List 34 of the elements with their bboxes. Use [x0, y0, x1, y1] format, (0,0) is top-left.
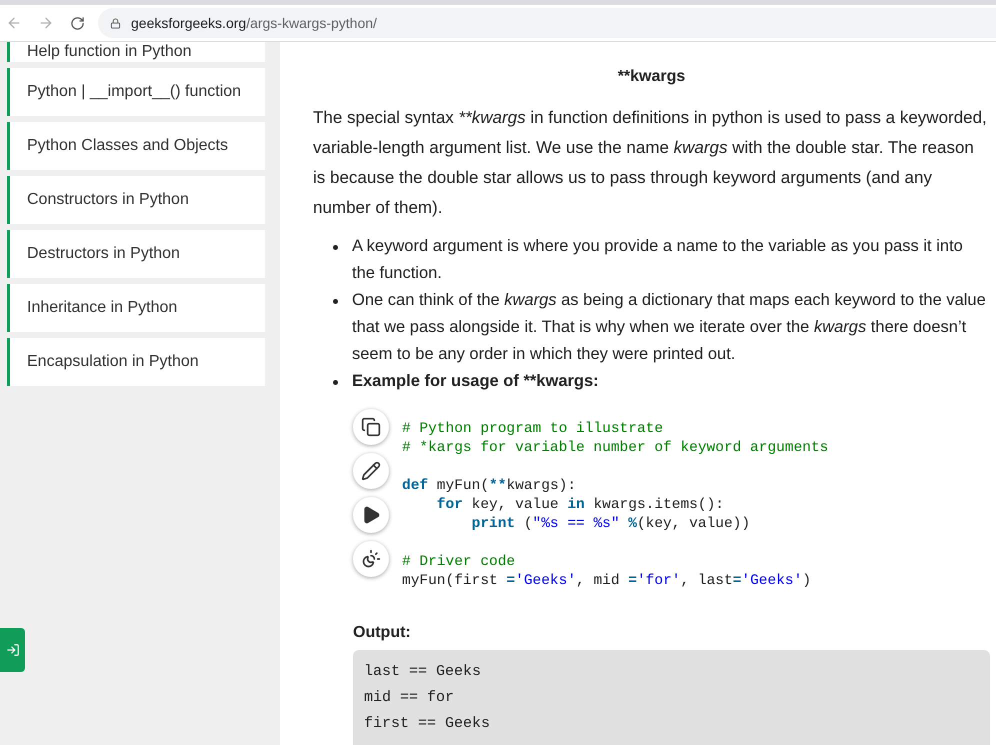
- theme-button[interactable]: [353, 541, 389, 577]
- sidebar-link[interactable]: Inheritance in Python: [7, 284, 265, 332]
- url-path: /args-kwargs-python/: [246, 14, 377, 33]
- lock-icon: [110, 18, 121, 28]
- run-button[interactable]: [353, 497, 389, 533]
- bullet-icon: [333, 245, 338, 250]
- brightness-icon: [361, 549, 381, 569]
- output-line: first == Geeks: [364, 714, 492, 734]
- bullet-icon: [333, 380, 338, 385]
- edit-button[interactable]: [353, 453, 389, 489]
- bullet-text: A keyword argument is where you provide a name to the variable as you pass it into the function.: [352, 236, 964, 284]
- sidebar-link[interactable]: Constructors in Python: [7, 176, 265, 224]
- address-bar[interactable]: geeksforgeeks.org/args-kwargs-python/: [98, 8, 996, 38]
- pencil-icon: [361, 461, 381, 481]
- sidebar-link[interactable]: Python | __import__() function: [7, 68, 265, 116]
- output-label: Output:: [353, 623, 412, 643]
- login-icon: [6, 643, 20, 657]
- login-button[interactable]: [0, 628, 25, 672]
- url-host: geeksforgeeks.org: [131, 14, 246, 33]
- sidebar-link[interactable]: Encapsulation in Python: [7, 338, 265, 386]
- copy-icon: [361, 417, 381, 437]
- bullet-text: Example for usage of **kwargs:: [352, 371, 599, 392]
- bullet-text: One can think of the kwargs as being a dictionary that maps each keyword to the value that we pass alongside it. That is why when we iterate over the kwargs there doesn’t seem to be any order in which they were printed out.: [352, 290, 987, 365]
- output-line: mid == for: [364, 688, 456, 708]
- bullet-icon: [333, 299, 338, 304]
- sidebar-link[interactable]: Python Classes and Objects: [7, 122, 265, 170]
- sidebar-link[interactable]: Destructors in Python: [7, 230, 265, 278]
- section-heading: **kwargs: [616, 67, 686, 87]
- sidebar-link[interactable]: Help function in Python: [7, 42, 265, 62]
- code-text: # Python program to illustrate # *kargs for variable number of keyword arguments def myFun(**kwargs): for key, value in kwargs.items(): print ("%s == %s" %(key, value)) # Driver code myFun(first ='Geeks', mid ='for', last='Geeks'): [402, 420, 828, 591]
- output-line: last == Geeks: [364, 662, 482, 682]
- copy-button[interactable]: [353, 409, 389, 445]
- paragraph: The special syntax **kwargs in function definitions in python is used to pass a keyworded, variable-length argument list. We use the name kwargs with the double star. The reason is because the double star allows us to pass through keyword arguments (and any number of them).: [313, 107, 988, 219]
- reload-icon[interactable]: [70, 16, 85, 30]
